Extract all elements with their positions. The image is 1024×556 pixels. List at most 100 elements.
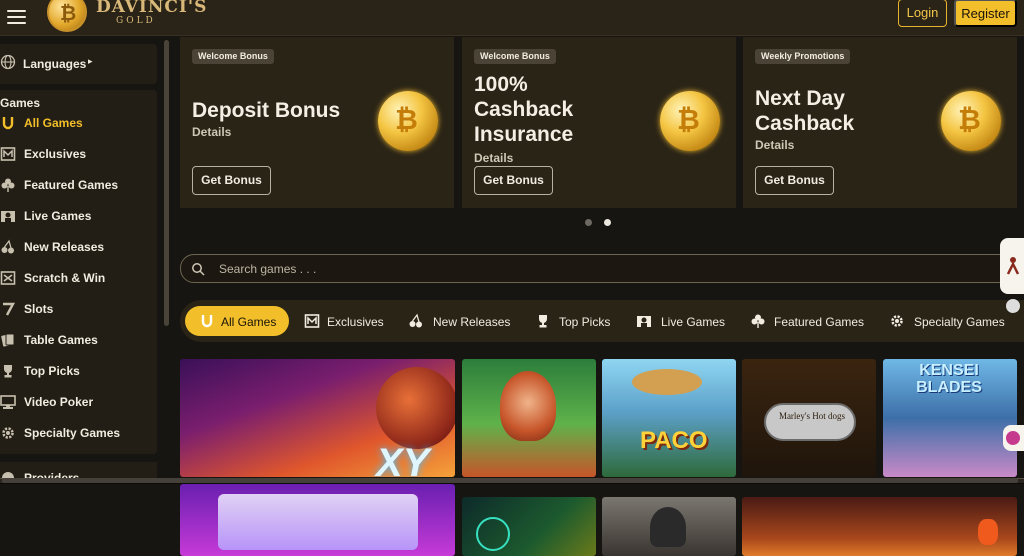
promo-badge: Weekly Promotions	[755, 49, 851, 64]
brain-icon-shape	[1006, 431, 1020, 445]
category-tabs: All Games Exclusives New Releases Top Pi…	[180, 300, 1024, 342]
game-tile-marleys-hot-dogs[interactable]: Marley's Hot dogs	[742, 359, 876, 477]
login-button[interactable]: Login	[898, 0, 947, 27]
tab-label: Top Picks	[559, 315, 611, 329]
scratch-icon	[0, 271, 16, 285]
sidebar: Languages ▸ Games All Games Exclusives F…	[0, 37, 162, 481]
cherries-icon	[409, 313, 422, 328]
promo-title: Next Day Cashback	[755, 87, 855, 135]
cherries-icon	[1, 239, 14, 254]
tab-label: Live Games	[661, 315, 726, 329]
sidebar-item-video-poker[interactable]: Video Poker	[0, 391, 157, 413]
search-bar	[180, 254, 1020, 283]
video-poker-icon	[0, 395, 16, 409]
games-title: Games	[0, 96, 41, 110]
game-title-text: Marley's Hot dogs	[778, 411, 846, 421]
promo-details-link[interactable]: Details	[474, 151, 513, 165]
sidebar-item-specialty-games[interactable]: Specialty Games	[0, 422, 157, 444]
globe-icon	[0, 54, 16, 70]
sidebar-item-exclusives[interactable]: Exclusives	[0, 143, 157, 165]
horizontal-scrollbar-thumb[interactable]	[2, 478, 1018, 483]
register-button[interactable]: Register	[954, 0, 1017, 27]
promo-title: Deposit Bonus	[192, 99, 341, 122]
game-tile-leprechaun[interactable]	[462, 359, 596, 477]
tab-live-games[interactable]: Live Games	[636, 306, 726, 336]
tab-exclusives[interactable]: Exclusives	[304, 306, 394, 336]
tab-featured-games[interactable]: Featured Games	[750, 306, 868, 336]
game-title-text: PACO	[640, 427, 708, 454]
tab-specialty-games[interactable]: Specialty Games	[889, 306, 1014, 336]
game-title-text: XY	[376, 441, 430, 477]
game-tile-galaxy-stars-lower[interactable]	[180, 484, 455, 556]
game-tile-galaxy-stars[interactable]: XY	[180, 359, 455, 477]
bitcoin-coin-icon	[660, 91, 720, 151]
logo-text: DAVINCI'S	[96, 0, 208, 17]
lantern-graphic	[978, 519, 998, 545]
game-title-text: KENSEI BLADES	[916, 362, 982, 396]
promo-details-link[interactable]: Details	[755, 138, 794, 152]
sidebar-item-all-games[interactable]: All Games	[0, 112, 157, 134]
carousel-dot-active[interactable]	[604, 219, 611, 226]
brain-icon[interactable]	[1003, 425, 1024, 451]
horseshoe-icon	[201, 315, 213, 328]
get-bonus-button[interactable]: Get Bonus	[755, 166, 834, 195]
tab-label: Exclusives	[327, 315, 384, 329]
sidebar-item-label: Featured Games	[24, 178, 119, 192]
sidebar-item-label: Slots	[24, 302, 54, 316]
menu-icon[interactable]	[7, 6, 27, 26]
scatter-graphic	[476, 517, 510, 551]
sidebar-item-label: Scratch & Win	[24, 271, 106, 285]
sidebar-item-label: Video Poker	[24, 395, 94, 409]
sidebar-item-slots[interactable]: Slots	[0, 298, 157, 320]
game-tile-paco[interactable]: PACO	[602, 359, 736, 477]
side-widget[interactable]	[1000, 238, 1024, 294]
sidebar-item-new-releases[interactable]: New Releases	[0, 236, 157, 258]
sidebar-item-featured-games[interactable]: Featured Games	[0, 174, 157, 196]
trophy-icon	[539, 315, 547, 328]
tab-new-releases[interactable]: New Releases	[408, 306, 520, 336]
clover-icon	[751, 314, 765, 328]
bitcoin-coin-icon	[378, 91, 438, 151]
sidebar-item-live-games[interactable]: Live Games	[0, 205, 157, 227]
get-bonus-button[interactable]: Get Bonus	[474, 166, 553, 195]
gear-icon	[2, 427, 14, 439]
mobster-graphic	[650, 507, 686, 547]
tab-all-games[interactable]: All Games	[185, 306, 289, 336]
dealer-icon	[637, 316, 651, 327]
game-tile-kensei-blades[interactable]: KENSEI BLADES	[883, 359, 1017, 477]
game-tile-scatter[interactable]	[462, 497, 596, 556]
dealer-icon	[1, 211, 15, 222]
game-tile-lanterns[interactable]	[742, 497, 1017, 556]
trophy-icon	[4, 365, 12, 378]
planet-graphic	[376, 367, 455, 449]
settings-gear-icon[interactable]	[1006, 299, 1020, 313]
tab-label: New Releases	[433, 315, 511, 329]
exclusive-icon	[304, 314, 320, 328]
logo-subtext: GOLD	[116, 16, 156, 26]
exclusive-icon	[0, 147, 16, 161]
gear-icon	[891, 315, 903, 327]
clover-icon	[1, 178, 15, 192]
sidebar-item-label: Live Games	[24, 209, 92, 223]
sidebar-item-scratch-win[interactable]: Scratch & Win	[0, 267, 157, 289]
promo-title: 100% Cashback Insurance	[474, 73, 574, 146]
sidebar-item-table-games[interactable]: Table Games	[0, 329, 157, 351]
promo-details-link[interactable]: Details	[192, 125, 231, 139]
horseshoe-icon	[2, 117, 14, 130]
sidebar-item-top-picks[interactable]: Top Picks	[0, 360, 157, 382]
search-icon	[192, 263, 205, 276]
promo-card-deposit-bonus: Welcome Bonus Deposit Bonus Details Get …	[180, 37, 454, 208]
sombrero-graphic	[632, 369, 702, 395]
tab-label: Featured Games	[774, 315, 865, 329]
get-bonus-button[interactable]: Get Bonus	[192, 166, 271, 195]
sidebar-scrollbar[interactable]	[164, 40, 169, 326]
game-tile-mobsters[interactable]	[602, 497, 736, 556]
promo-badge: Welcome Bonus	[474, 49, 556, 64]
tab-top-picks[interactable]: Top Picks	[535, 306, 619, 336]
languages-menu[interactable]: Languages ▸	[0, 44, 157, 84]
carousel-dot[interactable]	[585, 219, 592, 226]
person-icon	[1006, 257, 1020, 275]
search-input[interactable]	[219, 261, 919, 277]
sidebar-item-label: All Games	[24, 116, 83, 130]
tab-label: All Games	[221, 315, 277, 329]
